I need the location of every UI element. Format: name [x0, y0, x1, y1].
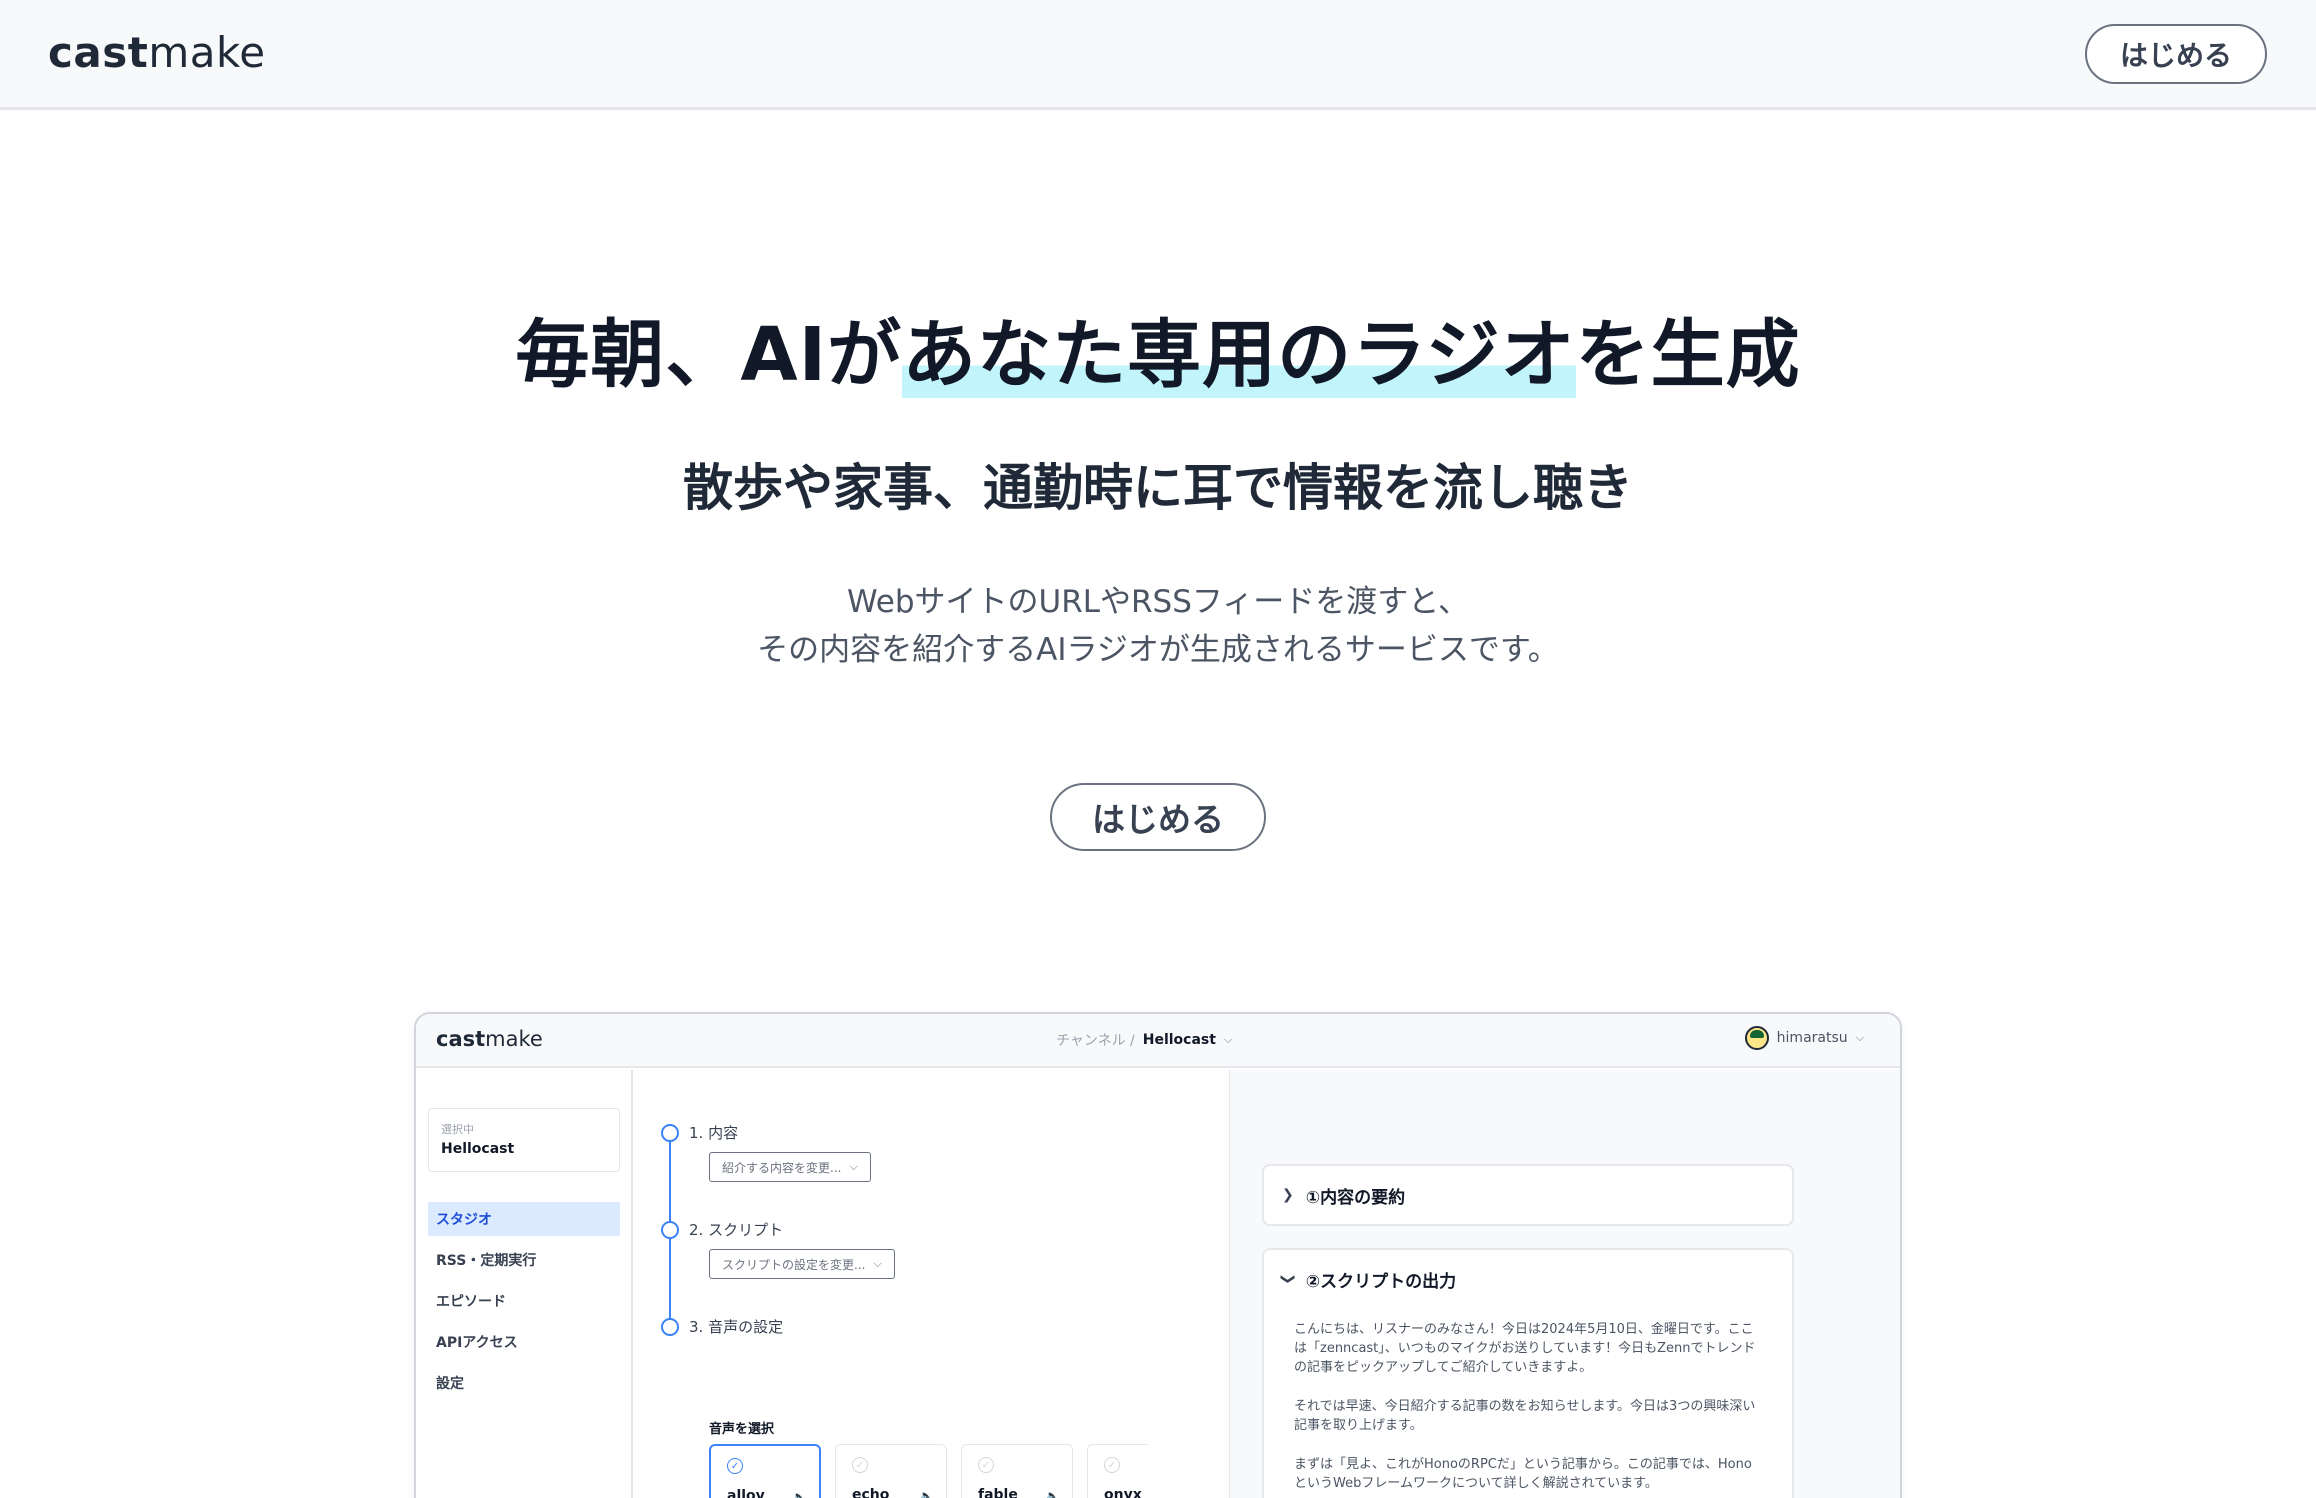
check-circle-icon: ✓ [978, 1457, 994, 1473]
step-label: 3. 音声の設定 [689, 1318, 784, 1336]
chevron-down-icon: ⌵ [849, 1160, 858, 1173]
step-dot-icon [661, 1317, 679, 1336]
preview-logo[interactable]: castmake [436, 1027, 543, 1051]
voice-name: alloy [727, 1488, 765, 1498]
voice-name: fable [978, 1487, 1018, 1498]
user-menu[interactable]: himaratsu ⌵ [1744, 1026, 1864, 1050]
preview-topbar: castmake チャンネル / Hellocast ⌵ himaratsu ⌵ [416, 1014, 1900, 1068]
script-dropdown[interactable]: スクリプトの設定を変更... ⌵ [709, 1249, 895, 1279]
summary-card-title: ①内容の要約 [1305, 1187, 1406, 1208]
logo-bold: cast [48, 28, 149, 77]
app-preview: castmake チャンネル / Hellocast ⌵ himaratsu ⌵… [414, 1012, 1902, 1498]
summary-card-header[interactable]: ❯ ①内容の要約 [1264, 1166, 1792, 1224]
hero-title-highlight: あなた専用のラジオ [902, 312, 1576, 398]
hero-description-line2: その内容を紹介するAIラジオが生成されるサービスです。 [757, 632, 1559, 668]
avatar [1744, 1026, 1769, 1050]
preview-logo-light: make [485, 1027, 543, 1051]
summary-card[interactable]: ❯ ①内容の要約 [1262, 1164, 1794, 1226]
sidebar-item-api[interactable]: APIアクセス [428, 1325, 620, 1359]
script-paragraph: それでは早速、今日紹介する記事の数をお知らせします。今日は3つの興味深い記事を取… [1294, 1399, 1756, 1433]
step-dot-icon [661, 1220, 679, 1239]
chevron-down-icon: ⌵ [1855, 1031, 1864, 1044]
script-output: こんにちは、リスナーのみなさん！今日は2024年5月10日、金曜日です。ここは「… [1264, 1308, 1792, 1493]
speaker-icon[interactable]: 🔈 [1045, 1489, 1060, 1498]
hero-title-post: を生成 [1575, 312, 1801, 398]
step-label: 1. 内容 [689, 1124, 739, 1142]
sidebar-item-settings[interactable]: 設定 [428, 1366, 620, 1400]
channel-selector[interactable]: 選択中 Hellocast [428, 1108, 620, 1172]
preview-sidebar: 選択中 Hellocast スタジオ RSS・定期実行 エピソード APIアクセ… [416, 1070, 633, 1498]
dropdown-label: スクリプトの設定を変更... [722, 1257, 866, 1272]
hero-description-line1: WebサイトのURLやRSSフィードを渡すと、 [846, 584, 1470, 620]
sidebar-nav: スタジオ RSS・定期実行 エピソード APIアクセス 設定 [428, 1202, 620, 1407]
voice-name: echo [852, 1487, 890, 1498]
voice-option-echo[interactable]: ✓ echo 🔈 [835, 1444, 947, 1498]
check-circle-icon: ✓ [727, 1458, 743, 1474]
speaker-icon[interactable]: 🔈 [792, 1490, 807, 1498]
voice-option-onyx[interactable]: ✓ onyx [1087, 1444, 1147, 1498]
voice-options: ✓ alloy 🔈 ✓ echo 🔈 ✓ fable 🔈 ✓ onyx [709, 1444, 1147, 1498]
hero-title: 毎朝、AIがあなた専用のラジオを生成 [0, 295, 2316, 402]
check-circle-icon: ✓ [852, 1457, 868, 1473]
voice-option-fable[interactable]: ✓ fable 🔈 [961, 1444, 1073, 1498]
script-card-header[interactable]: ❯ ②スクリプトの出力 [1264, 1250, 1792, 1308]
voice-select-label: 音声を選択 [709, 1422, 775, 1437]
voice-name: onyx [1104, 1487, 1142, 1498]
content-dropdown[interactable]: 紹介する内容を変更... ⌵ [709, 1152, 871, 1182]
studio-steps: 1. 内容 紹介する内容を変更... ⌵ 2. スクリプト スクリプトの設定を変… [635, 1070, 1229, 1498]
dropdown-label: 紹介する内容を変更... [722, 1160, 842, 1175]
sidebar-item-rss[interactable]: RSS・定期実行 [428, 1243, 620, 1277]
selected-caption: 選択中 [441, 1123, 474, 1136]
header-start-button[interactable]: はじめる [2085, 24, 2267, 84]
output-panel: ❯ ①内容の要約 ❯ ②スクリプトの出力 こんにちは、リスナーのみなさん！今日は… [1229, 1070, 1900, 1498]
chevron-down-icon: ⌵ [873, 1257, 882, 1270]
breadcrumb-current[interactable]: Hellocast [1143, 1032, 1216, 1048]
hero-title-pre: 毎朝、AIが [515, 312, 903, 398]
voice-option-alloy[interactable]: ✓ alloy 🔈 [709, 1444, 821, 1498]
hero-subtitle: 散歩や家事、通勤時に耳で情報を流し聴き [683, 459, 1633, 517]
step-script: 2. スクリプト [661, 1219, 783, 1240]
breadcrumb: チャンネル / Hellocast ⌵ [1056, 1030, 1232, 1050]
chevron-right-icon: ❯ [1282, 1187, 1294, 1203]
step-content: 1. 内容 [661, 1122, 738, 1143]
user-name: himaratsu [1776, 1030, 1848, 1046]
breadcrumb-parent[interactable]: チャンネル / [1056, 1030, 1135, 1050]
site-header: castmake はじめる [0, 0, 2316, 110]
selected-channel: Hellocast [441, 1141, 515, 1157]
speaker-icon[interactable]: 🔈 [919, 1489, 934, 1498]
script-paragraph: こんにちは、リスナーのみなさん！今日は2024年5月10日、金曜日です。ここは「… [1294, 1322, 1756, 1375]
site-logo[interactable]: castmake [48, 28, 266, 77]
script-card-title: ②スクリプトの出力 [1305, 1271, 1457, 1292]
sidebar-item-studio[interactable]: スタジオ [428, 1202, 620, 1236]
step-label: 2. スクリプト [689, 1221, 784, 1239]
chevron-down-icon[interactable]: ⌵ [1224, 1033, 1232, 1047]
sidebar-item-episodes[interactable]: エピソード [428, 1284, 620, 1318]
chevron-down-icon: ❯ [1279, 1273, 1296, 1285]
preview-logo-bold: cast [436, 1027, 486, 1051]
step-dot-icon [661, 1123, 679, 1142]
script-paragraph: まずは「見よ、これがHonoのRPCだ」という記事から。この記事では、Honoと… [1294, 1457, 1752, 1491]
step-voice: 3. 音声の設定 [661, 1316, 783, 1337]
script-card: ❯ ②スクリプトの出力 こんにちは、リスナーのみなさん！今日は2024年5月10… [1262, 1248, 1794, 1498]
hero-description: WebサイトのURLやRSSフィードを渡すと、 その内容を紹介するAIラジオが生… [0, 578, 2316, 674]
check-circle-icon: ✓ [1104, 1457, 1120, 1473]
logo-light: make [148, 28, 266, 77]
hero-cta-button[interactable]: はじめる [1050, 783, 1266, 851]
